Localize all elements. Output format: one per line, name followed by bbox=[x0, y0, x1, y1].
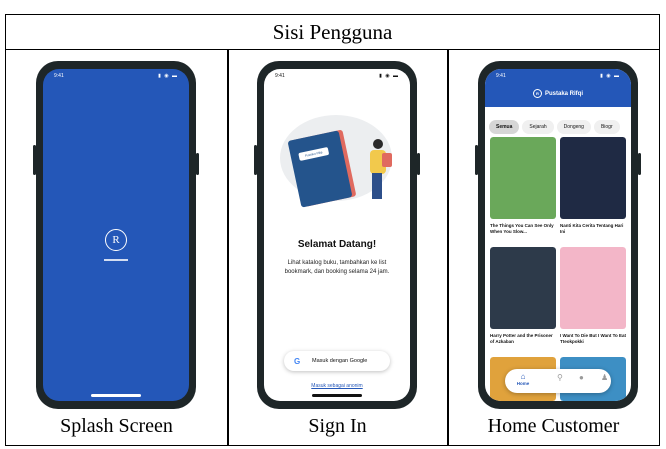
home-screen: 9:41 ▮ ◉ ▬ R Pustaka Rifqi Semua Sejarah Do… bbox=[485, 69, 631, 401]
brand-name: Pustaka Rifqi bbox=[544, 91, 583, 98]
column-divider bbox=[227, 49, 229, 445]
nav-home-label: Home bbox=[516, 381, 530, 386]
chip-semua[interactable]: Semua bbox=[489, 120, 520, 134]
figure-table: Sisi Pengguna 9:41 ▮ ◉ ▬ R 9:41 ▮ ◉ ▬ Pu… bbox=[5, 14, 660, 446]
google-icon: G bbox=[294, 356, 301, 366]
profile-icon[interactable]: ♟ bbox=[601, 373, 608, 382]
brand-logo-icon: R bbox=[532, 89, 542, 98]
status-bar: 9:41 ▮ ◉ ▬ bbox=[485, 72, 631, 82]
status-time: 9:41 bbox=[496, 73, 506, 79]
welcome-description: Lihat katalog buku, tambahkan ke list bo… bbox=[284, 260, 390, 275]
chip-biografi[interactable]: Biogr bbox=[593, 120, 620, 134]
home-indicator bbox=[91, 394, 141, 397]
caption-signin: Sign In bbox=[308, 415, 367, 437]
reader-illustration bbox=[364, 139, 394, 209]
welcome-title: Selamat Datang! bbox=[297, 239, 377, 250]
book-card[interactable]: The Things You Can See Only When You Slo… bbox=[490, 137, 556, 237]
book-title: I Want To Die But I Want To Eat Tteokpok… bbox=[560, 333, 626, 344]
logo-underline bbox=[104, 259, 128, 261]
google-signin-button[interactable]: G Masuk dengan Google bbox=[284, 351, 390, 371]
status-time: 9:41 bbox=[275, 73, 285, 79]
phone-splash: 9:41 ▮ ◉ ▬ R bbox=[33, 61, 199, 409]
column-divider bbox=[447, 49, 449, 445]
app-brand: R Pustaka Rifqi bbox=[485, 89, 631, 98]
bottom-nav: ⌂ Home ⚲ ● ♟ bbox=[505, 369, 611, 393]
book-card[interactable]: Nanti Kita Cerita Tentang Hari Ini bbox=[560, 137, 626, 237]
signin-screen: 9:41 ▮ ◉ ▬ Pustaka Rifqi Selamat Datang!… bbox=[264, 69, 410, 401]
book-label: Pustaka Rifqi bbox=[298, 146, 330, 162]
caption-home: Home Customer bbox=[487, 415, 620, 437]
signal-icon: ▮ ◉ ▬ bbox=[379, 73, 399, 79]
book-card[interactable]: I Want To Die But I Want To Eat Tteokpok… bbox=[560, 247, 626, 347]
status-bar: 9:41 ▮ ◉ ▬ bbox=[43, 72, 189, 82]
book-cover bbox=[560, 137, 626, 219]
anonymous-signin-link[interactable]: Masuk sebagai anonim bbox=[264, 383, 410, 389]
phone-signin: 9:41 ▮ ◉ ▬ Pustaka Rifqi Selamat Datang!… bbox=[254, 61, 420, 409]
caption-splash: Splash Screen bbox=[60, 415, 173, 437]
chip-dongeng[interactable]: Dongeng bbox=[556, 120, 591, 134]
phone-home: 9:41 ▮ ◉ ▬ R Pustaka Rifqi Semua Sejarah Do… bbox=[475, 61, 641, 409]
signal-icon: ▮ ◉ ▬ bbox=[158, 73, 178, 79]
book-title: Harry Potter and the Prisoner of Azkaban bbox=[490, 333, 553, 344]
book-title: The Things You Can See Only When You Slo… bbox=[490, 223, 554, 234]
book-title: Nanti Kita Cerita Tentang Hari Ini bbox=[560, 223, 624, 234]
category-chips: Semua Sejarah Dongeng Biogr bbox=[489, 115, 623, 134]
book-cover bbox=[490, 247, 556, 329]
splash-screen: 9:41 ▮ ◉ ▬ R bbox=[43, 69, 189, 401]
chip-sejarah[interactable]: Sejarah bbox=[522, 120, 554, 134]
app-logo-icon: R bbox=[105, 229, 127, 251]
nav-home[interactable]: ⌂ Home bbox=[513, 372, 533, 386]
signal-icon: ▮ ◉ ▬ bbox=[600, 73, 620, 79]
status-time: 9:41 bbox=[54, 73, 64, 79]
book-cover bbox=[560, 247, 626, 329]
status-bar: 9:41 ▮ ◉ ▬ bbox=[264, 72, 410, 82]
table-header: Sisi Pengguna bbox=[6, 15, 659, 50]
location-icon[interactable]: ● bbox=[579, 373, 584, 382]
home-indicator bbox=[312, 394, 362, 397]
book-card[interactable]: Harry Potter and the Prisoner of Azkaban bbox=[490, 247, 556, 347]
book-cover bbox=[490, 137, 556, 219]
search-icon[interactable]: ⚲ bbox=[557, 373, 563, 382]
google-signin-label: Masuk dengan Google bbox=[312, 358, 368, 364]
